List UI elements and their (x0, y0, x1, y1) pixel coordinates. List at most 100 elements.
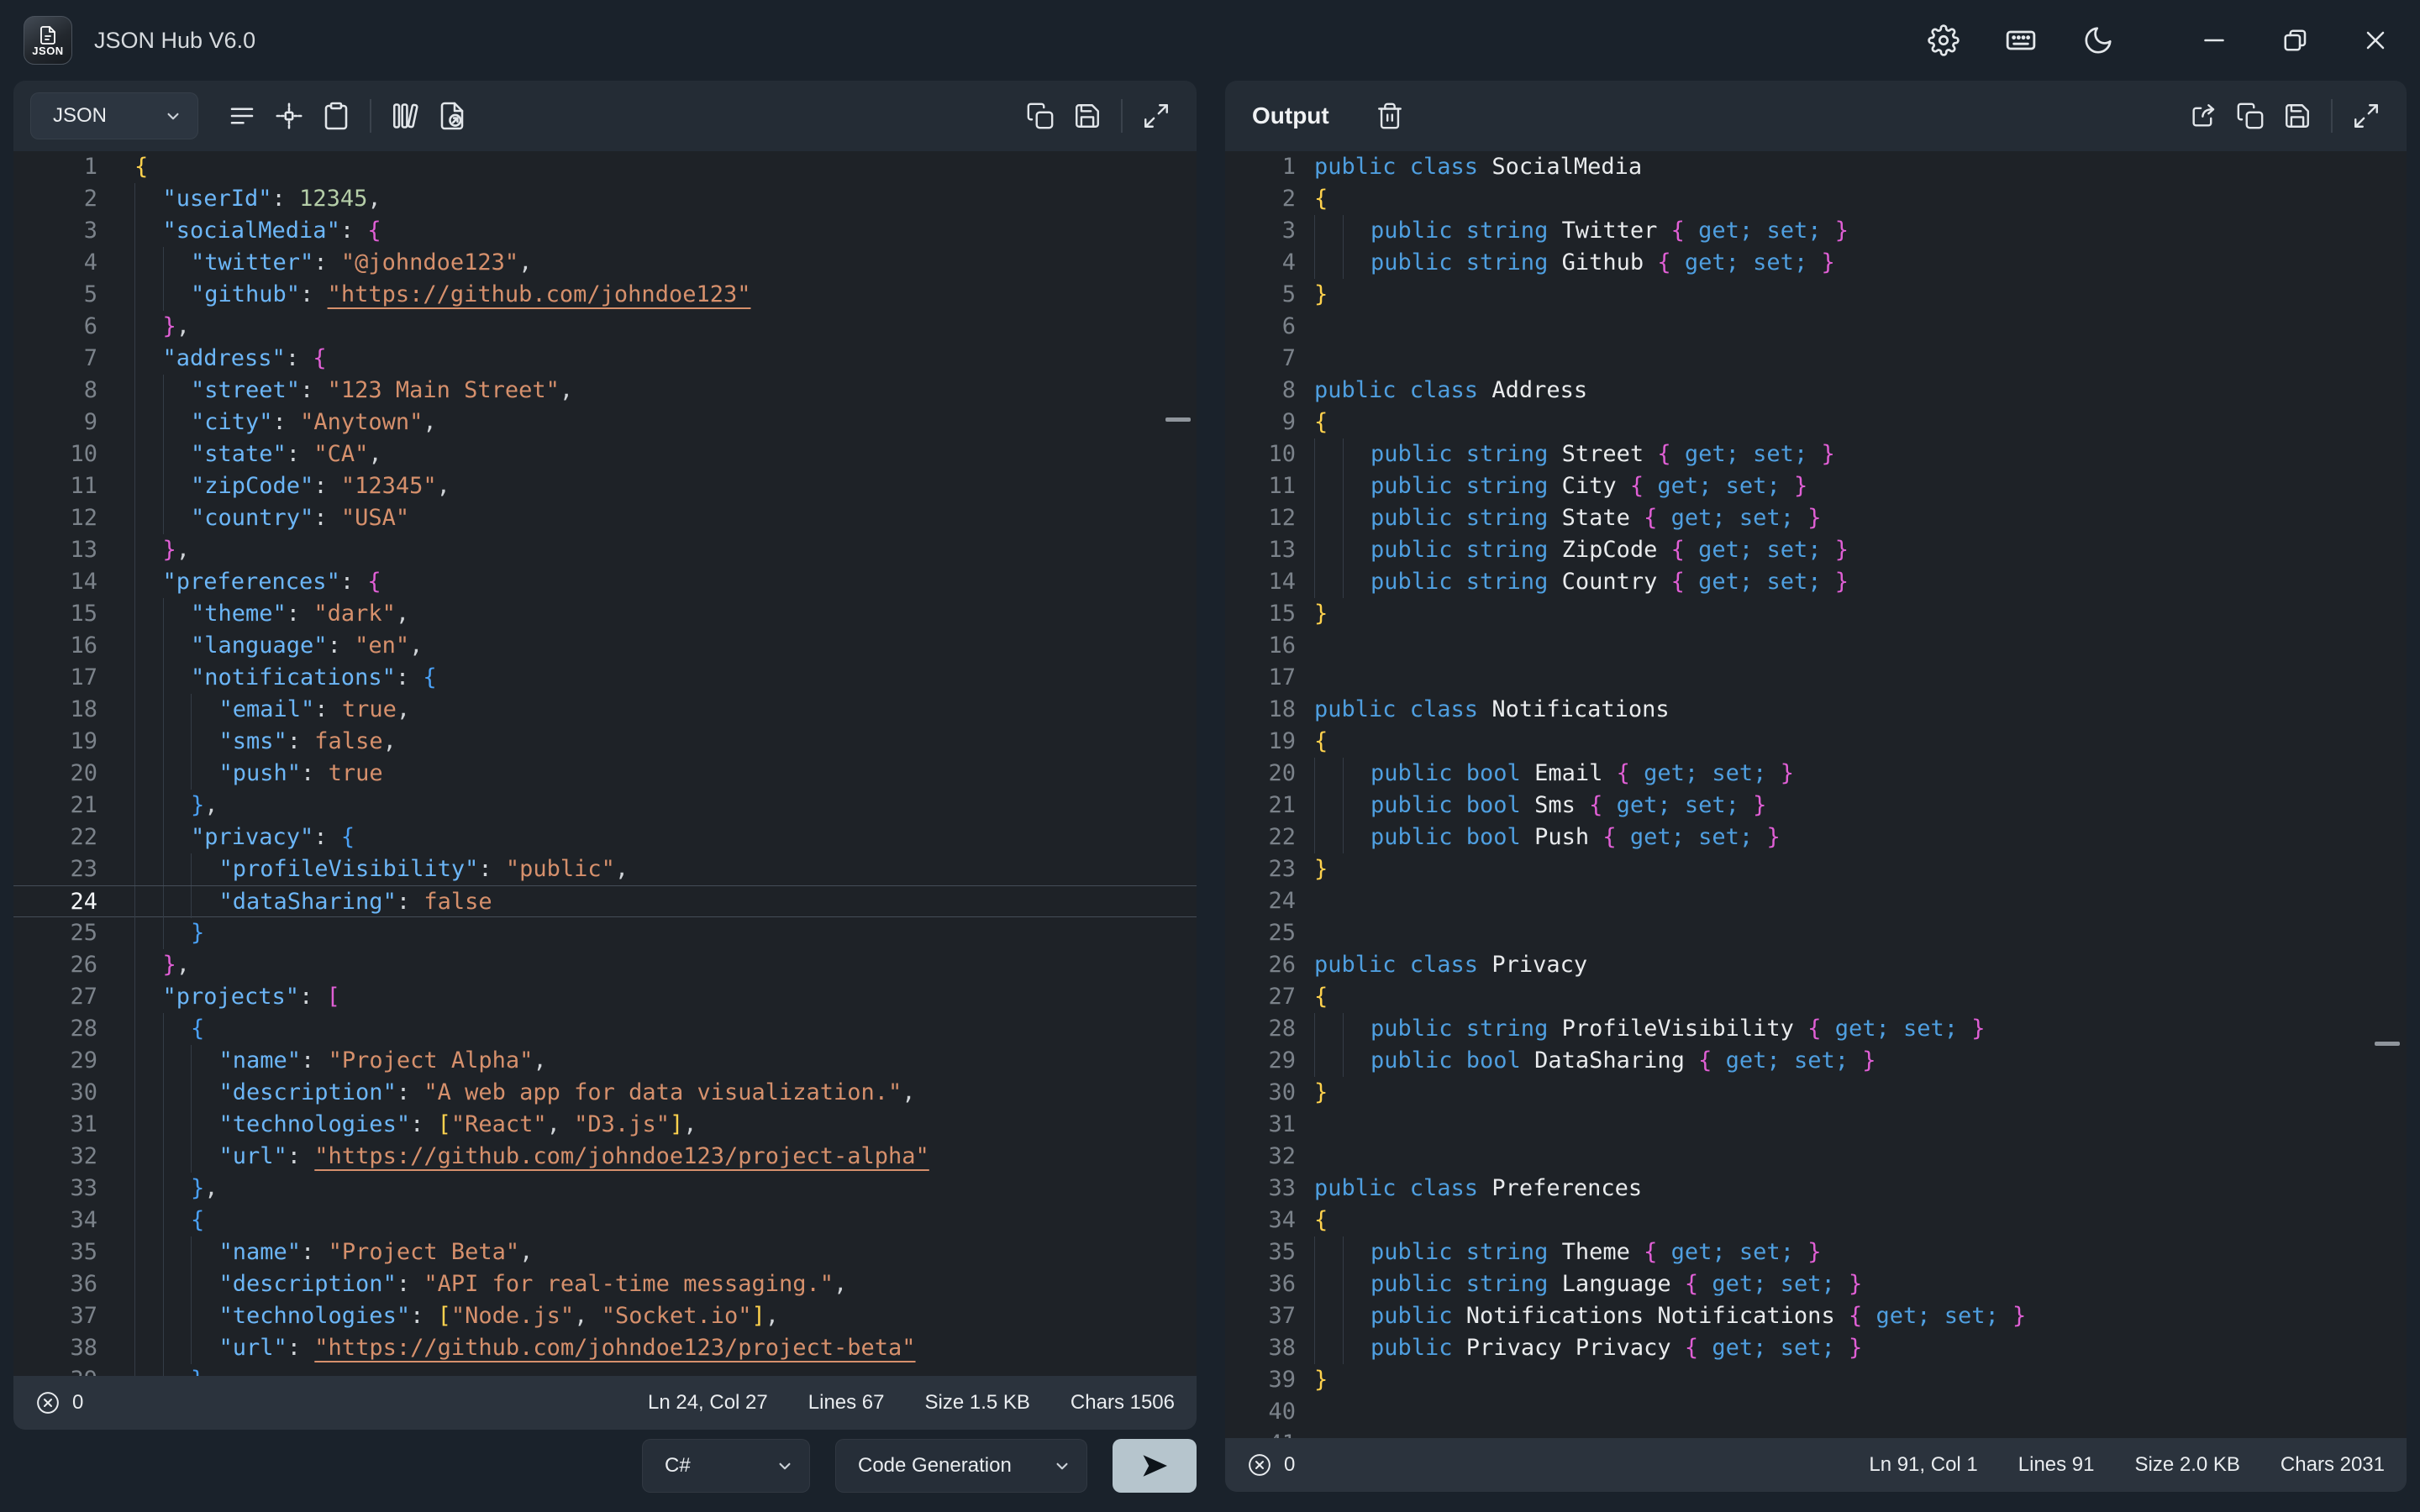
code-line[interactable]: 9"city": "Anytown", (13, 407, 1197, 438)
code-line[interactable]: 35"name": "Project Beta", (13, 1236, 1197, 1268)
code-line[interactable]: 18public class Notifications (1225, 694, 2407, 726)
code-line[interactable]: 5} (1225, 279, 2407, 311)
code-line[interactable]: 19{ (1225, 726, 2407, 758)
code-line[interactable]: 39} (13, 1364, 1197, 1376)
export-file-button[interactable] (429, 92, 476, 139)
library-button[interactable] (381, 92, 429, 139)
copy-json-button[interactable] (1017, 92, 1064, 139)
code-line[interactable]: 32 (1225, 1141, 2407, 1173)
code-line[interactable]: 1{ (13, 151, 1197, 183)
save-output-button[interactable] (2274, 92, 2321, 139)
code-line[interactable]: 25 (1225, 917, 2407, 949)
code-line[interactable]: 35public string Theme { get; set; } (1225, 1236, 2407, 1268)
code-line[interactable]: 27{ (1225, 981, 2407, 1013)
code-line[interactable]: 6 (1225, 311, 2407, 343)
code-line[interactable]: 18"email": true, (13, 694, 1197, 726)
code-line[interactable]: 16"language": "en", (13, 630, 1197, 662)
expand-json-button[interactable] (1133, 92, 1180, 139)
code-line[interactable]: 21public bool Sms { get; set; } (1225, 790, 2407, 822)
code-line[interactable]: 7 (1225, 343, 2407, 375)
save-json-button[interactable] (1064, 92, 1111, 139)
code-line[interactable]: 39} (1225, 1364, 2407, 1396)
code-line[interactable]: 36public string Language { get; set; } (1225, 1268, 2407, 1300)
scroll-indicator[interactable] (1165, 417, 1191, 422)
clear-output-button[interactable] (1366, 92, 1413, 139)
code-line[interactable]: 25} (13, 917, 1197, 949)
code-line[interactable]: 13public string ZipCode { get; set; } (1225, 534, 2407, 566)
code-line[interactable]: 23"profileVisibility": "public", (13, 853, 1197, 885)
code-line[interactable]: 5"github": "https://github.com/johndoe12… (13, 279, 1197, 311)
scroll-indicator[interactable] (2375, 1042, 2400, 1046)
code-line[interactable]: 22public bool Push { get; set; } (1225, 822, 2407, 853)
code-line[interactable]: 3public string Twitter { get; set; } (1225, 215, 2407, 247)
theme-toggle-button[interactable] (2072, 14, 2124, 66)
code-line[interactable]: 19"sms": false, (13, 726, 1197, 758)
code-line[interactable]: 38public Privacy Privacy { get; set; } (1225, 1332, 2407, 1364)
code-line[interactable]: 26public class Privacy (1225, 949, 2407, 981)
minify-json-button[interactable] (266, 92, 313, 139)
code-line[interactable]: 10"state": "CA", (13, 438, 1197, 470)
code-line[interactable]: 23} (1225, 853, 2407, 885)
close-button[interactable] (2349, 14, 2402, 66)
code-line[interactable]: 14"preferences": { (13, 566, 1197, 598)
code-line[interactable]: 11public string City { get; set; } (1225, 470, 2407, 502)
output-editor[interactable]: 1public class SocialMedia2{3public strin… (1225, 151, 2407, 1438)
format-json-button[interactable] (218, 92, 266, 139)
code-line[interactable]: 32"url": "https://github.com/johndoe123/… (13, 1141, 1197, 1173)
code-line[interactable]: 8"street": "123 Main Street", (13, 375, 1197, 407)
code-line[interactable]: 37public Notifications Notifications { g… (1225, 1300, 2407, 1332)
code-line[interactable]: 17 (1225, 662, 2407, 694)
copy-output-button[interactable] (2227, 92, 2274, 139)
code-line[interactable]: 4public string Github { get; set; } (1225, 247, 2407, 279)
code-line[interactable]: 34{ (1225, 1205, 2407, 1236)
code-line[interactable]: 29public bool DataSharing { get; set; } (1225, 1045, 2407, 1077)
json-editor[interactable]: 1{2"userId": 12345,3"socialMedia": {4"tw… (13, 151, 1197, 1376)
code-line[interactable]: 30} (1225, 1077, 2407, 1109)
code-line[interactable]: 28{ (13, 1013, 1197, 1045)
code-line[interactable]: 31 (1225, 1109, 2407, 1141)
code-line[interactable]: 40 (1225, 1396, 2407, 1428)
code-line[interactable]: 38"url": "https://github.com/johndoe123/… (13, 1332, 1197, 1364)
code-line[interactable]: 37"technologies": ["Node.js", "Socket.io… (13, 1300, 1197, 1332)
format-select[interactable]: JSON (30, 92, 198, 139)
maximize-button[interactable] (2269, 14, 2321, 66)
settings-button[interactable] (1918, 14, 1970, 66)
code-line[interactable]: 4"twitter": "@johndoe123", (13, 247, 1197, 279)
run-conversion-button[interactable] (1113, 1439, 1197, 1493)
code-line[interactable]: 6}, (13, 311, 1197, 343)
code-line[interactable]: 33public class Preferences (1225, 1173, 2407, 1205)
code-line[interactable]: 24 (1225, 885, 2407, 917)
code-line[interactable]: 17"notifications": { (13, 662, 1197, 694)
code-line[interactable]: 41 (1225, 1428, 2407, 1438)
code-line[interactable]: 22"privacy": { (13, 822, 1197, 853)
code-line[interactable]: 9{ (1225, 407, 2407, 438)
code-line[interactable]: 20"push": true (13, 758, 1197, 790)
code-line[interactable]: 21}, (13, 790, 1197, 822)
code-line[interactable]: 30"description": "A web app for data vis… (13, 1077, 1197, 1109)
code-line[interactable]: 12public string State { get; set; } (1225, 502, 2407, 534)
code-line[interactable]: 16 (1225, 630, 2407, 662)
code-line[interactable]: 1public class SocialMedia (1225, 151, 2407, 183)
code-line[interactable]: 29"name": "Project Alpha", (13, 1045, 1197, 1077)
code-line[interactable]: 31"technologies": ["React", "D3.js"], (13, 1109, 1197, 1141)
target-language-select[interactable]: C# (642, 1439, 810, 1493)
expand-output-button[interactable] (2343, 92, 2390, 139)
code-line[interactable]: 2"userId": 12345, (13, 183, 1197, 215)
code-line[interactable]: 7"address": { (13, 343, 1197, 375)
mode-select[interactable]: Code Generation (835, 1439, 1087, 1493)
code-line[interactable]: 28public string ProfileVisibility { get;… (1225, 1013, 2407, 1045)
code-line[interactable]: 15} (1225, 598, 2407, 630)
paste-button[interactable] (313, 92, 360, 139)
code-line[interactable]: 26}, (13, 949, 1197, 981)
code-line[interactable]: 20public bool Email { get; set; } (1225, 758, 2407, 790)
minimize-button[interactable] (2188, 14, 2240, 66)
code-line[interactable]: 2{ (1225, 183, 2407, 215)
code-line[interactable]: 27"projects": [ (13, 981, 1197, 1013)
code-line[interactable]: 11"zipCode": "12345", (13, 470, 1197, 502)
code-line[interactable]: 15"theme": "dark", (13, 598, 1197, 630)
code-line[interactable]: 12"country": "USA" (13, 502, 1197, 534)
code-line[interactable]: 8public class Address (1225, 375, 2407, 407)
keyboard-button[interactable] (1995, 14, 2047, 66)
code-line[interactable]: 24"dataSharing": false (13, 885, 1197, 917)
code-line[interactable]: 36"description": "API for real-time mess… (13, 1268, 1197, 1300)
